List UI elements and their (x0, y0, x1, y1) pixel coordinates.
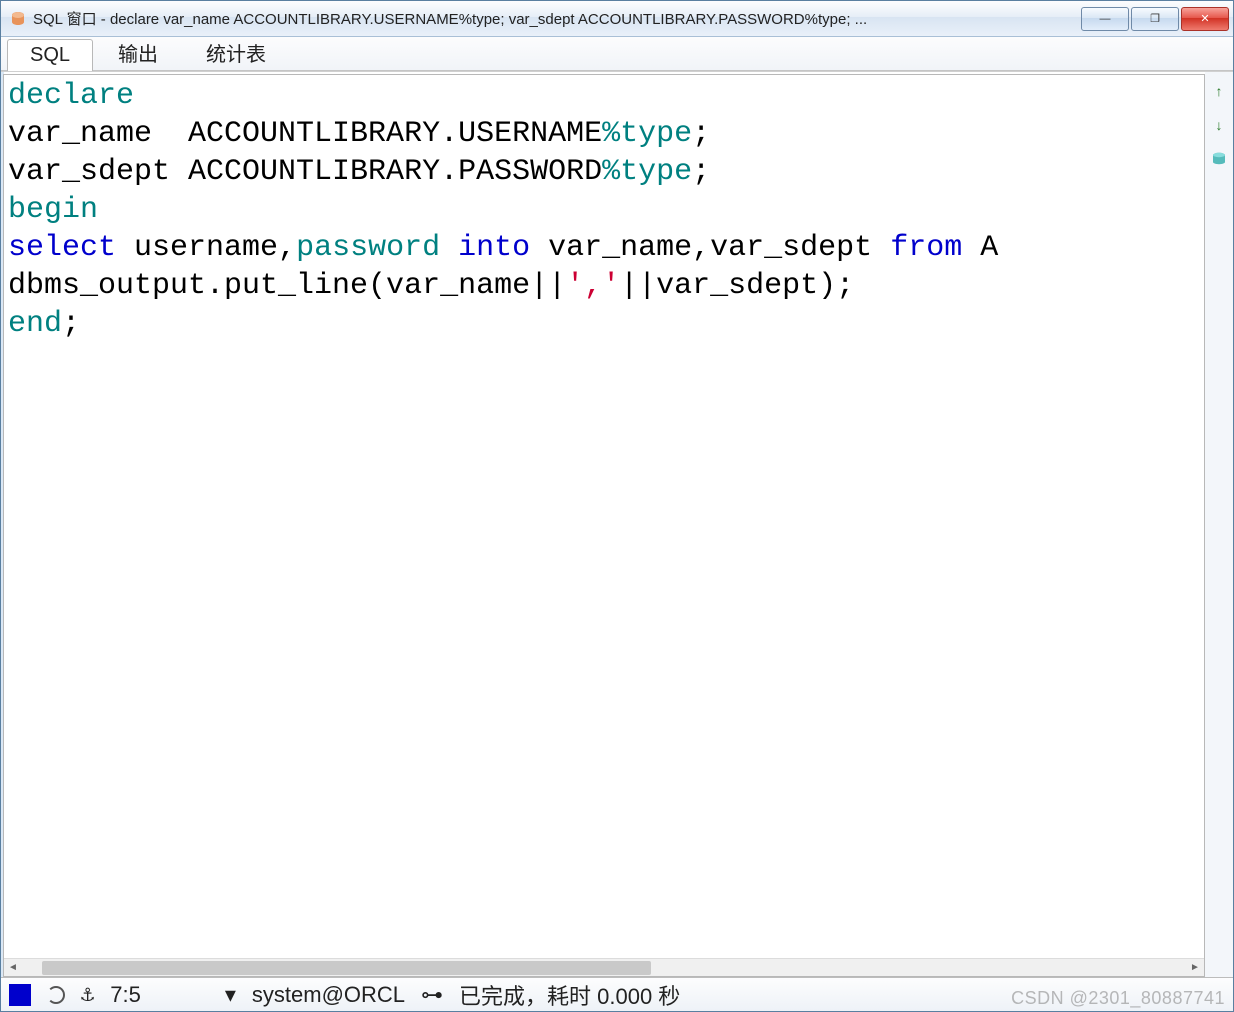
tab-label: 输出 (118, 44, 158, 66)
code-token: username, (116, 231, 296, 265)
pin-icon[interactable]: ⊶ (417, 982, 447, 1008)
code-token: begin (8, 193, 98, 227)
code-token: ; (62, 307, 80, 341)
watermark: CSDN @2301_80887741 (1011, 988, 1225, 1009)
code-token: ; (692, 117, 710, 151)
code-token: var_name,var_sdept (530, 231, 890, 265)
code-token: end (8, 307, 62, 341)
cursor-position: 7:5 (106, 982, 145, 1008)
status-bar: ⚓ 7:5 ▾ system@ORCL ⊶ 已完成，耗时 0.000 秒 CSD… (1, 977, 1233, 1011)
execute-icon (1211, 151, 1227, 167)
nav-up-button[interactable]: ↑ (1210, 82, 1228, 100)
code-token: select (8, 231, 116, 265)
app-window: SQL 窗口 - declare var_name ACCOUNTLIBRARY… (0, 0, 1234, 1012)
status-message: 已完成，耗时 0.000 秒 (455, 979, 684, 1011)
minimize-button[interactable]: — (1081, 7, 1129, 31)
code-token: from (890, 231, 962, 265)
scroll-left-icon[interactable]: ◄ (4, 960, 22, 976)
code-token: ||var_sdept); (620, 269, 854, 303)
connection-menu-icon[interactable]: ▾ (221, 982, 240, 1008)
tab-sql[interactable]: SQL (7, 39, 93, 71)
tab-strip: SQL 输出 统计表 (1, 37, 1233, 71)
code-token: %type (602, 117, 692, 151)
sql-editor[interactable]: declare var_name ACCOUNTLIBRARY.USERNAME… (4, 75, 1204, 958)
minimize-icon: — (1100, 13, 1111, 25)
client-area: declare var_name ACCOUNTLIBRARY.USERNAME… (1, 71, 1233, 977)
status-color-icon (9, 984, 31, 1006)
window-controls: — ❐ ✕ (1081, 7, 1229, 31)
tab-stats[interactable]: 统计表 (183, 33, 289, 71)
anchor-icon: ⚓ (77, 982, 98, 1008)
code-token: var_sdept ACCOUNTLIBRARY.PASSWORD (8, 155, 602, 189)
code-token: password (296, 231, 440, 265)
code-token: %type (602, 155, 692, 189)
code-token (440, 231, 458, 265)
status-indicator (5, 984, 35, 1006)
connection-label: system@ORCL (248, 982, 409, 1008)
scroll-track[interactable] (40, 960, 1168, 976)
code-token: ',' (566, 269, 620, 303)
maximize-button[interactable]: ❐ (1131, 7, 1179, 31)
side-toolbar: ↑ ↓ (1205, 72, 1233, 977)
code-token: var_name ACCOUNTLIBRARY.USERNAME (8, 117, 602, 151)
nav-down-button[interactable]: ↓ (1210, 116, 1228, 134)
app-icon (9, 10, 27, 28)
code-token: ; (692, 155, 710, 189)
maximize-icon: ❐ (1150, 12, 1160, 25)
close-icon: ✕ (1200, 12, 1209, 25)
tab-label: SQL (30, 44, 70, 66)
tab-label: 统计表 (206, 44, 266, 66)
horizontal-scrollbar[interactable]: ◄ ► (4, 958, 1204, 976)
window-title: SQL 窗口 - declare var_name ACCOUNTLIBRARY… (33, 8, 1075, 29)
code-token: into (458, 231, 530, 265)
execute-button[interactable] (1210, 150, 1228, 168)
scroll-thumb[interactable] (42, 961, 651, 975)
close-button[interactable]: ✕ (1181, 7, 1229, 31)
editor-container: declare var_name ACCOUNTLIBRARY.USERNAME… (3, 74, 1205, 977)
code-token: declare (8, 79, 134, 113)
scroll-right-icon[interactable]: ► (1186, 960, 1204, 976)
code-token: A (962, 231, 998, 265)
code-token: dbms_output.put_line(var_name|| (8, 269, 566, 303)
tab-output[interactable]: 输出 (95, 33, 181, 71)
refresh-icon (47, 986, 65, 1004)
status-refresh-button[interactable] (43, 986, 69, 1004)
title-bar[interactable]: SQL 窗口 - declare var_name ACCOUNTLIBRARY… (1, 1, 1233, 37)
